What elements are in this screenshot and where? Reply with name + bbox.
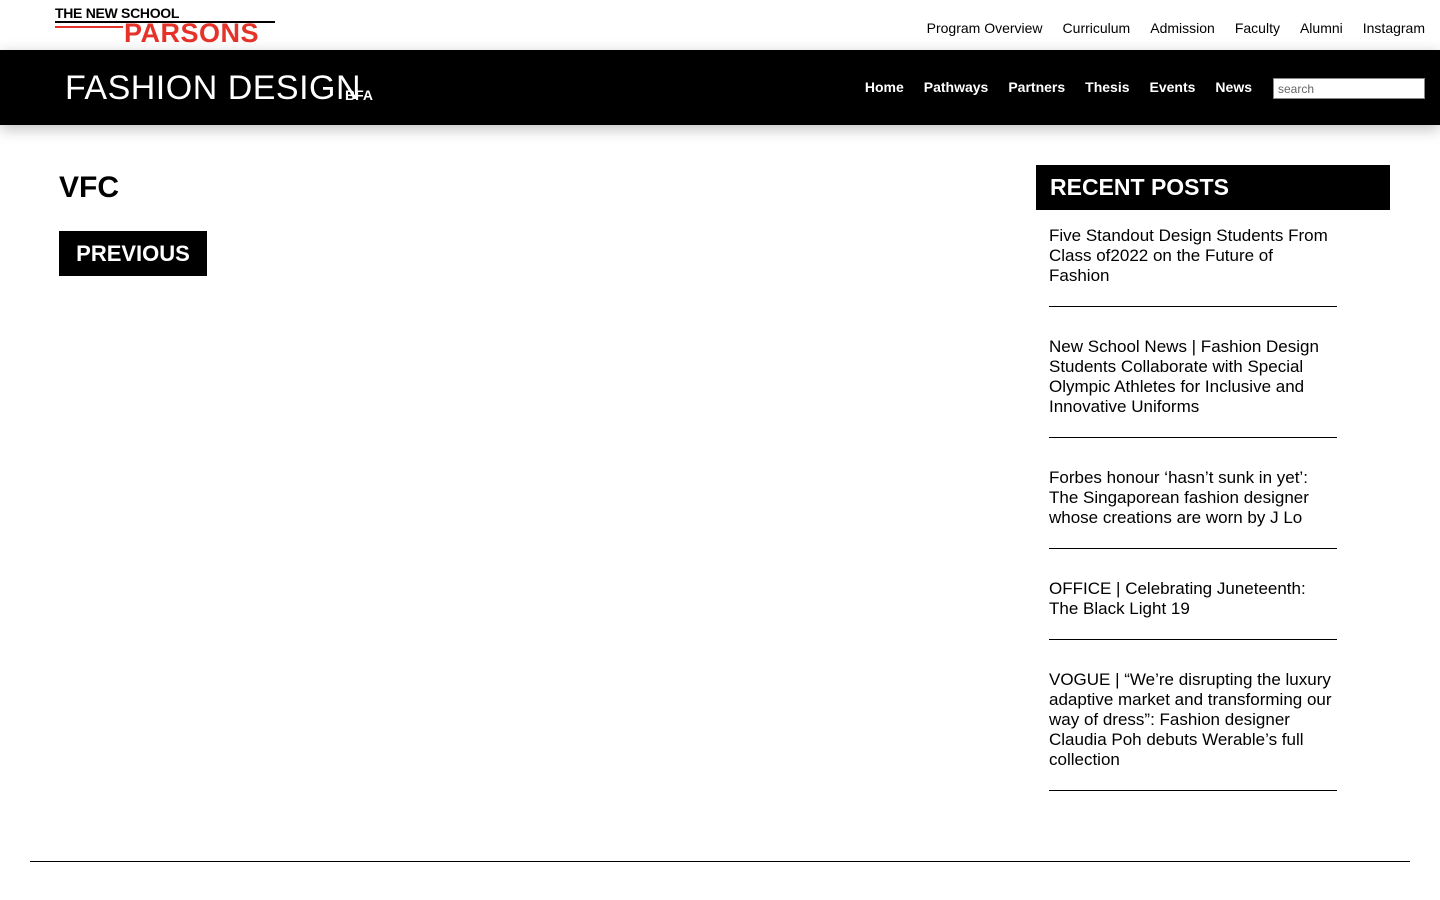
logo-line-parsons: PARSONS — [124, 18, 260, 48]
recent-post-link[interactable]: VOGUE | “We’re disrupting the luxury ada… — [1049, 670, 1337, 770]
site-subtitle: BFA — [345, 87, 373, 103]
recent-post-link[interactable]: OFFICE | Celebrating Juneteenth: The Bla… — [1049, 579, 1337, 619]
main-nav-pathways[interactable]: Pathways — [924, 79, 989, 95]
main-nav: Home Pathways Partners Thesis Events New… — [865, 79, 1252, 95]
top-nav-faculty[interactable]: Faculty — [1235, 19, 1280, 37]
top-nav-admission[interactable]: Admission — [1150, 19, 1215, 37]
main-nav-events[interactable]: Events — [1150, 79, 1196, 95]
header-band: FASHION DESIGN BFA Home Pathways Partner… — [0, 50, 1440, 125]
search-input[interactable] — [1273, 78, 1425, 99]
footer-divider — [30, 861, 1410, 862]
recent-posts-list: Five Standout Design Students From Class… — [1049, 226, 1337, 821]
site-title[interactable]: FASHION DESIGN — [65, 70, 361, 106]
list-item: VOGUE | “We’re disrupting the luxury ada… — [1049, 670, 1337, 791]
recent-post-link[interactable]: Five Standout Design Students From Class… — [1049, 226, 1337, 286]
main-nav-home[interactable]: Home — [865, 79, 904, 95]
recent-posts-heading: RECENT POSTS — [1050, 174, 1229, 200]
main-nav-thesis[interactable]: Thesis — [1085, 79, 1129, 95]
top-nav-curriculum[interactable]: Curriculum — [1063, 19, 1131, 37]
list-item: Forbes honour ‘hasn’t sunk in yet’: The … — [1049, 468, 1337, 549]
main-nav-news[interactable]: News — [1215, 79, 1252, 95]
list-item: Five Standout Design Students From Class… — [1049, 226, 1337, 307]
logo-accent-rule — [55, 26, 123, 28]
recent-post-link[interactable]: New School News | Fashion Design Student… — [1049, 337, 1337, 417]
top-nav-alumni[interactable]: Alumni — [1300, 19, 1343, 37]
top-nav: Program Overview Curriculum Admission Fa… — [927, 19, 1425, 37]
list-item: OFFICE | Celebrating Juneteenth: The Bla… — [1049, 579, 1337, 640]
list-item: New School News | Fashion Design Student… — [1049, 337, 1337, 438]
top-nav-program-overview[interactable]: Program Overview — [927, 19, 1043, 37]
top-nav-instagram[interactable]: Instagram — [1363, 19, 1425, 37]
page-title: VFC — [59, 171, 119, 204]
previous-button[interactable]: PREVIOUS — [59, 231, 207, 276]
parsons-logo[interactable]: THE NEW SCHOOL PARSONS — [55, 6, 277, 48]
recent-posts-header: RECENT POSTS — [1036, 165, 1390, 210]
recent-post-link[interactable]: Forbes honour ‘hasn’t sunk in yet’: The … — [1049, 468, 1337, 528]
main-nav-partners[interactable]: Partners — [1008, 79, 1065, 95]
top-bar: THE NEW SCHOOL PARSONS Program Overview … — [0, 0, 1440, 50]
